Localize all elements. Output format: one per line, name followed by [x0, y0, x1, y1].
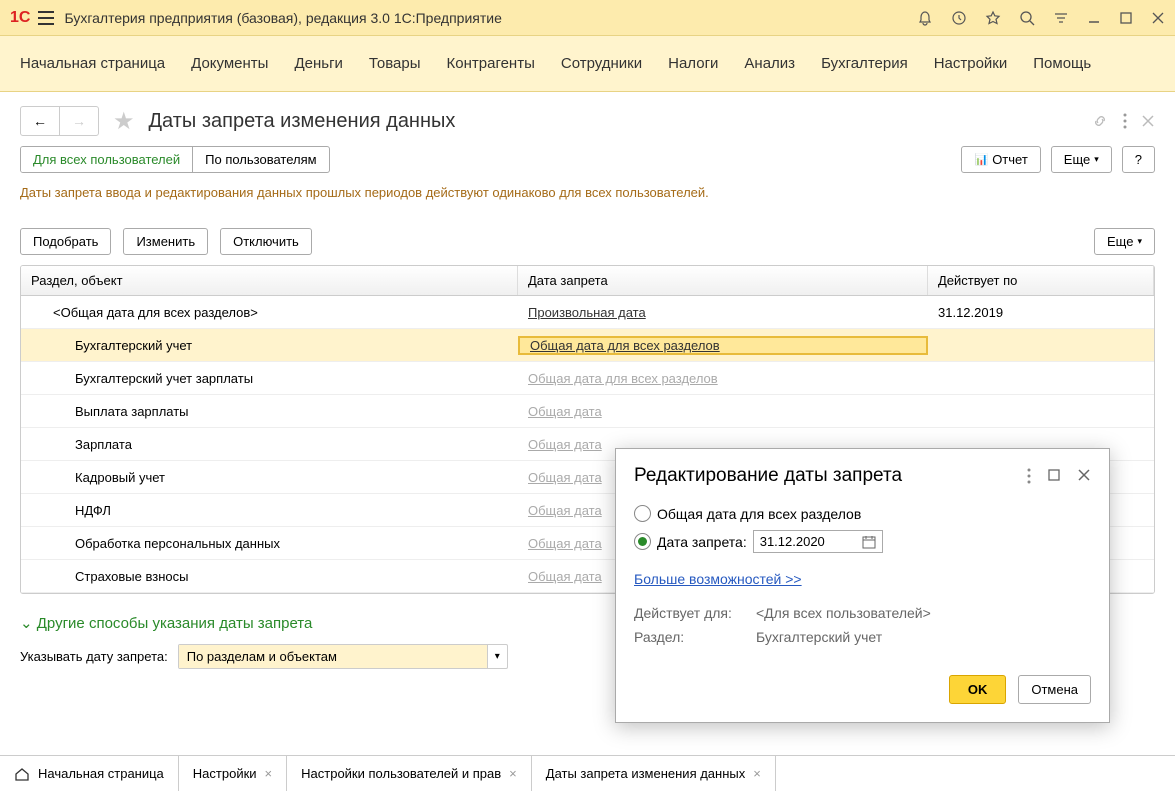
cell-section: Бухгалтерский учет	[21, 338, 518, 353]
col-valid[interactable]: Действует по	[928, 266, 1154, 295]
cell-date[interactable]: Общая дата	[518, 404, 928, 419]
menu-item[interactable]: Начальная страница	[20, 55, 165, 72]
filter-icon[interactable]	[1053, 10, 1069, 26]
menu-item[interactable]: Бухгалтерия	[821, 55, 908, 72]
table-more-button[interactable]: Еще ▾	[1094, 228, 1155, 255]
cell-section: Обработка персональных данных	[21, 536, 518, 551]
cell-date[interactable]: Общая дата для всех разделов	[518, 336, 928, 355]
cell-section: Кадровый учет	[21, 470, 518, 485]
tab-all-users[interactable]: Для всех пользователей	[21, 147, 193, 172]
dialog-title: Редактирование даты запрета	[634, 465, 1027, 487]
cell-section: Бухгалтерский учет зарплаты	[21, 371, 518, 386]
cell-date[interactable]: Произвольная дата	[518, 305, 928, 320]
cancel-button[interactable]: Отмена	[1018, 675, 1091, 704]
hint-text: Даты запрета ввода и редактирования данн…	[0, 173, 1175, 218]
cell-section: Страховые взносы	[21, 569, 518, 584]
bottom-tab[interactable]: Настройки ×	[179, 756, 287, 791]
menu-icon[interactable]	[38, 11, 54, 25]
history-icon[interactable]	[951, 10, 967, 26]
bell-icon[interactable]	[917, 10, 933, 26]
search-icon[interactable]	[1019, 10, 1035, 26]
tab-label: Настройки	[193, 766, 257, 781]
dropdown-icon[interactable]: ▾	[487, 645, 507, 668]
dialog-close-icon[interactable]	[1077, 468, 1091, 484]
table-row[interactable]: Бухгалтерский учетОбщая дата для всех ра…	[21, 329, 1154, 362]
nav-back-button[interactable]: ←	[21, 107, 60, 135]
section-value: Бухгалтерский учет	[756, 629, 882, 645]
menu-item[interactable]: Настройки	[934, 55, 1008, 72]
radio-custom-date[interactable]	[634, 533, 651, 550]
bottom-tab[interactable]: Даты запрета изменения данных ×	[532, 756, 776, 791]
dialog-maximize-icon[interactable]	[1047, 468, 1061, 484]
tab-label: Начальная страница	[38, 766, 164, 781]
menu-item[interactable]: Помощь	[1033, 55, 1091, 72]
tab-label: Настройки пользователей и прав	[301, 766, 501, 781]
cell-section: НДФЛ	[21, 503, 518, 518]
bottom-tab[interactable]: Начальная страница	[0, 756, 179, 791]
more-button[interactable]: Еще ▾	[1051, 146, 1112, 173]
table-row[interactable]: Бухгалтерский учет зарплатыОбщая дата дл…	[21, 362, 1154, 395]
menu-item[interactable]: Деньги	[294, 55, 342, 72]
disable-button[interactable]: Отключить	[220, 228, 312, 255]
home-icon	[14, 767, 30, 781]
applies-value: <Для всех пользователей>	[756, 605, 931, 621]
bottom-tab[interactable]: Настройки пользователей и прав ×	[287, 756, 532, 791]
config-label: Указывать дату запрета:	[20, 649, 168, 664]
report-button[interactable]: Отчет	[961, 146, 1040, 173]
ok-button[interactable]: OK	[949, 675, 1007, 704]
menu-item[interactable]: Налоги	[668, 55, 718, 72]
menu-item[interactable]: Контрагенты	[447, 55, 535, 72]
calendar-icon[interactable]	[862, 535, 876, 549]
star-icon[interactable]	[985, 10, 1001, 26]
date-mode-input[interactable]	[179, 645, 487, 668]
pick-button[interactable]: Подобрать	[20, 228, 111, 255]
link-icon[interactable]	[1091, 112, 1109, 130]
section-label: Раздел:	[634, 629, 744, 645]
nav-forward-button[interactable]: →	[60, 107, 98, 135]
edit-date-dialog: Редактирование даты запрета Общая дата д…	[615, 448, 1110, 723]
maximize-icon[interactable]	[1119, 11, 1133, 25]
tab-close-icon[interactable]: ×	[265, 766, 273, 781]
radio-custom-label: Дата запрета:	[657, 534, 747, 550]
menu-item[interactable]: Анализ	[744, 55, 795, 72]
more-options-link[interactable]: Больше возможностей >>	[634, 571, 802, 587]
cell-section: <Общая дата для всех разделов>	[21, 305, 518, 320]
close-icon[interactable]	[1151, 11, 1165, 25]
menu-item[interactable]: Документы	[191, 55, 268, 72]
col-section[interactable]: Раздел, объект	[21, 266, 518, 295]
logo: 1C	[10, 9, 30, 27]
radio-common-date[interactable]	[634, 505, 651, 522]
table-row[interactable]: Выплата зарплатыОбщая дата	[21, 395, 1154, 428]
help-button[interactable]: ?	[1122, 146, 1155, 173]
col-date[interactable]: Дата запрета	[518, 266, 928, 295]
close-page-icon[interactable]	[1141, 114, 1155, 128]
dialog-kebab-icon[interactable]	[1027, 468, 1031, 484]
favorite-star-icon[interactable]: ★	[113, 107, 135, 136]
applies-label: Действует для:	[634, 605, 744, 621]
cell-valid: 31.12.2019	[928, 305, 1154, 320]
menu-item[interactable]: Сотрудники	[561, 55, 642, 72]
cell-section: Зарплата	[21, 437, 518, 452]
page-title: Даты запрета изменения данных	[149, 110, 1083, 133]
cell-section: Выплата зарплаты	[21, 404, 518, 419]
radio-common-label: Общая дата для всех разделов	[657, 506, 861, 522]
tab-label: Даты запрета изменения данных	[546, 766, 745, 781]
edit-button[interactable]: Изменить	[123, 228, 208, 255]
minimize-icon[interactable]	[1087, 11, 1101, 25]
tab-close-icon[interactable]: ×	[509, 766, 517, 781]
date-mode-select[interactable]: ▾	[178, 644, 508, 669]
kebab-icon[interactable]	[1123, 113, 1127, 129]
table-row[interactable]: <Общая дата для всех разделов>Произвольн…	[21, 296, 1154, 329]
window-title: Бухгалтерия предприятия (базовая), редак…	[64, 10, 917, 26]
tab-close-icon[interactable]: ×	[753, 766, 761, 781]
cell-date[interactable]: Общая дата для всех разделов	[518, 371, 928, 386]
menu-item[interactable]: Товары	[369, 55, 421, 72]
ban-date-input[interactable]: 31.12.2020	[753, 530, 883, 553]
tab-by-users[interactable]: По пользователям	[193, 147, 328, 172]
